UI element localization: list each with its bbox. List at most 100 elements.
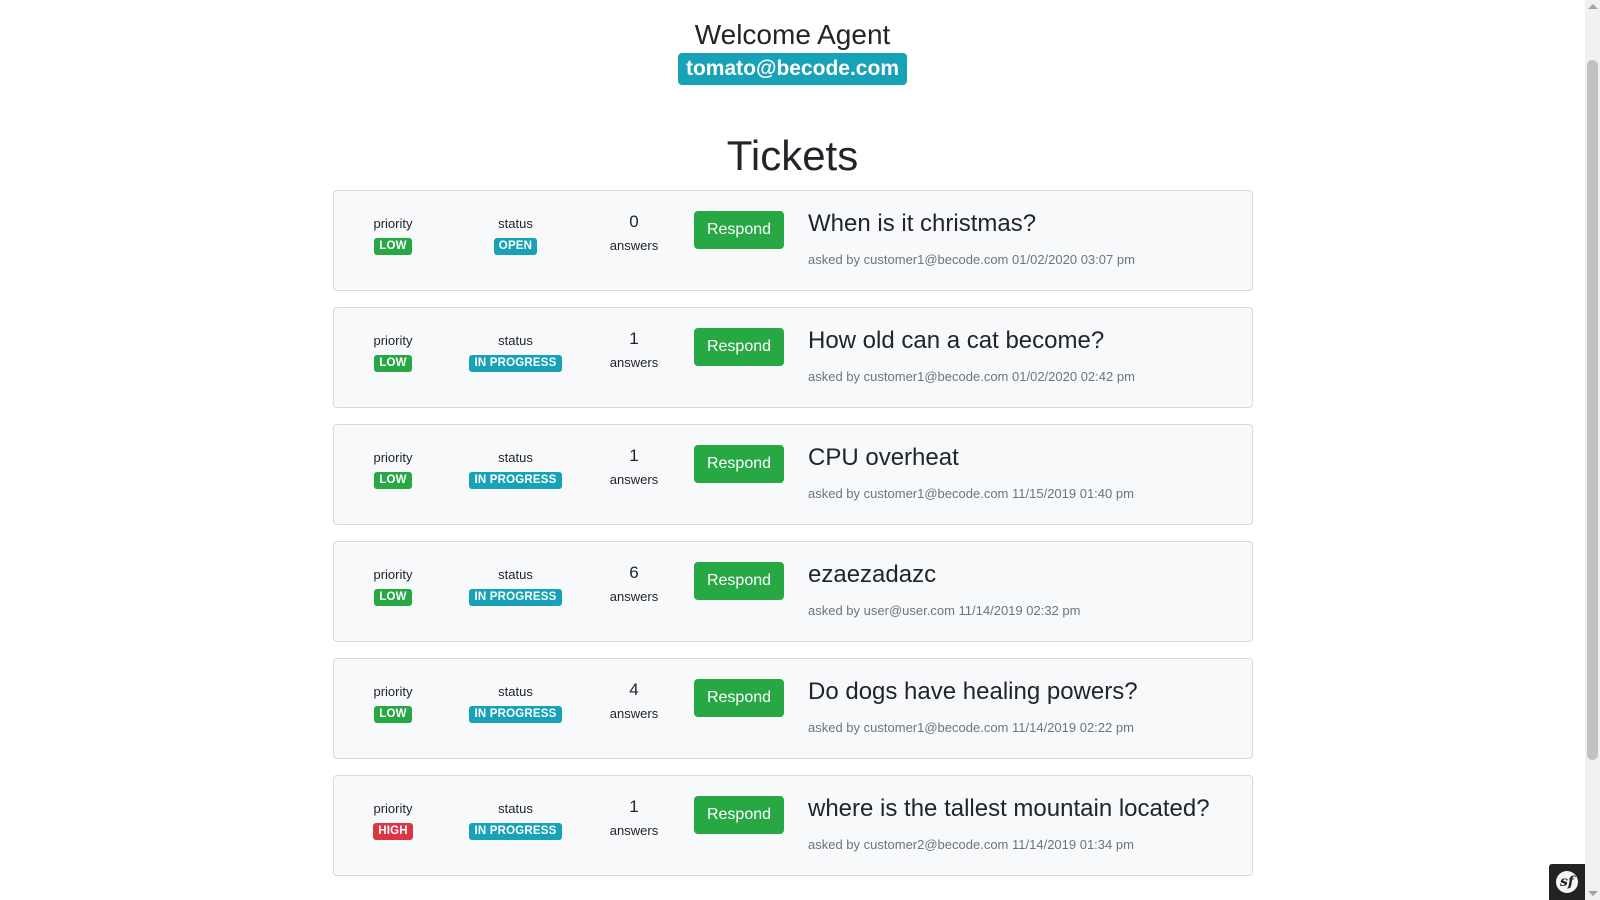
asked-by-label: asked by	[808, 603, 861, 618]
status-column: status OPEN	[458, 215, 573, 255]
answers-label: answers	[609, 706, 659, 721]
ticket-card: priority LOW status IN PROGRESS 1 answers Resp…	[333, 424, 1253, 525]
answer-count: 1	[629, 329, 639, 348]
status-badge: IN PROGRESS	[469, 823, 562, 840]
priority-column: priority HIGH	[354, 800, 432, 840]
status-column: status IN PROGRESS	[458, 566, 573, 606]
answers-column: 0 answers	[584, 211, 684, 255]
ticket-meta: asked by customer2@becode.com 11/14/2019…	[808, 837, 1134, 852]
ticket-author: user@user.com	[863, 603, 955, 618]
answers-label: answers	[609, 823, 659, 838]
priority-label: priority	[373, 801, 413, 816]
agent-email-badge: tomato@becode.com	[677, 53, 907, 85]
priority-badge: LOW	[374, 355, 412, 372]
debug-toolbar-toggle[interactable]: sf	[1549, 864, 1585, 900]
priority-badge: LOW	[374, 706, 412, 723]
ticket-date: 01/02/2020 03:07 pm	[1012, 252, 1135, 267]
ticket-title[interactable]: ezaezadazc	[808, 560, 936, 590]
priority-label: priority	[373, 333, 413, 348]
status-label: status	[498, 801, 533, 816]
ticket-list: priority LOW status OPEN 0 answers Respond When…	[333, 190, 1253, 892]
answers-column: 1 answers	[584, 328, 684, 372]
status-column: status IN PROGRESS	[458, 332, 573, 372]
ticket-title[interactable]: where is the tallest mountain located?	[808, 794, 1210, 824]
scrollbar-thumb[interactable]	[1587, 60, 1598, 760]
ticket-card: priority LOW status IN PROGRESS 1 answers Resp…	[333, 307, 1253, 408]
answers-column: 1 answers	[584, 796, 684, 840]
answers-column: 6 answers	[584, 562, 684, 606]
ticket-title[interactable]: CPU overheat	[808, 443, 959, 473]
status-label: status	[498, 216, 533, 231]
status-badge: OPEN	[493, 238, 538, 255]
ticket-date: 11/14/2019 02:32 pm	[958, 603, 1081, 618]
ticket-date: 11/14/2019 02:22 pm	[1012, 720, 1134, 735]
status-label: status	[498, 567, 533, 582]
answers-label: answers	[609, 238, 659, 253]
ticket-author: customer1@becode.com	[863, 720, 1009, 735]
answer-count: 6	[629, 563, 639, 582]
respond-button[interactable]: Respond	[694, 562, 784, 600]
symfony-logo-icon: sf	[1556, 871, 1578, 893]
status-badge: IN PROGRESS	[469, 355, 562, 372]
welcome-header: Welcome Agent tomato@becode.com	[0, 18, 1585, 85]
answers-column: 4 answers	[584, 679, 684, 723]
answer-count: 1	[629, 797, 639, 816]
ticket-card: priority LOW status IN PROGRESS 6 answers Resp…	[333, 541, 1253, 642]
priority-column: priority LOW	[354, 449, 432, 489]
status-column: status IN PROGRESS	[458, 449, 573, 489]
ticket-title[interactable]: Do dogs have healing powers?	[808, 677, 1138, 707]
respond-button[interactable]: Respond	[694, 796, 784, 834]
answers-label: answers	[609, 589, 659, 604]
ticket-title[interactable]: How old can a cat become?	[808, 326, 1104, 356]
vertical-scrollbar[interactable]	[1585, 0, 1600, 900]
asked-by-label: asked by	[808, 486, 861, 501]
scroll-up-arrow-icon[interactable]	[1588, 4, 1598, 9]
respond-button[interactable]: Respond	[694, 211, 784, 249]
ticket-date: 11/14/2019 01:34 pm	[1012, 837, 1134, 852]
priority-label: priority	[373, 567, 413, 582]
status-column: status IN PROGRESS	[458, 800, 573, 840]
answer-count: 4	[629, 680, 639, 699]
respond-button[interactable]: Respond	[694, 445, 784, 483]
ticket-date: 01/02/2020 02:42 pm	[1012, 369, 1135, 384]
priority-column: priority LOW	[354, 332, 432, 372]
scroll-down-arrow-icon[interactable]	[1588, 891, 1598, 896]
ticket-meta: asked by customer1@becode.com 11/15/2019…	[808, 486, 1134, 501]
priority-label: priority	[373, 450, 413, 465]
status-badge: IN PROGRESS	[469, 472, 562, 489]
welcome-heading: Welcome Agent	[694, 19, 891, 50]
ticket-author: customer1@becode.com	[863, 486, 1009, 501]
status-badge: IN PROGRESS	[469, 706, 562, 723]
priority-label: priority	[373, 684, 413, 699]
tickets-heading: Tickets	[726, 132, 859, 179]
answer-count: 0	[629, 212, 639, 231]
asked-by-label: asked by	[808, 252, 861, 267]
priority-badge: LOW	[374, 472, 412, 489]
ticket-card: priority HIGH status IN PROGRESS 1 answers Res…	[333, 775, 1253, 876]
respond-button[interactable]: Respond	[694, 328, 784, 366]
answers-label: answers	[609, 472, 659, 487]
ticket-meta: asked by customer1@becode.com 11/14/2019…	[808, 720, 1134, 735]
answers-column: 1 answers	[584, 445, 684, 489]
priority-label: priority	[373, 216, 413, 231]
priority-column: priority LOW	[354, 683, 432, 723]
asked-by-label: asked by	[808, 837, 861, 852]
asked-by-label: asked by	[808, 720, 861, 735]
priority-badge: LOW	[374, 238, 412, 255]
ticket-meta: asked by customer1@becode.com 01/02/2020…	[808, 252, 1135, 267]
ticket-meta: asked by customer1@becode.com 01/02/2020…	[808, 369, 1135, 384]
ticket-author: customer1@becode.com	[863, 252, 1009, 267]
ticket-title[interactable]: When is it christmas?	[808, 209, 1036, 239]
priority-badge: LOW	[374, 589, 412, 606]
ticket-date: 11/15/2019 01:40 pm	[1012, 486, 1134, 501]
asked-by-label: asked by	[808, 369, 861, 384]
priority-column: priority LOW	[354, 566, 432, 606]
respond-button[interactable]: Respond	[694, 679, 784, 717]
ticket-author: customer1@becode.com	[863, 369, 1009, 384]
priority-column: priority LOW	[354, 215, 432, 255]
status-label: status	[498, 333, 533, 348]
ticket-author: customer2@becode.com	[863, 837, 1009, 852]
status-label: status	[498, 450, 533, 465]
priority-badge: HIGH	[373, 823, 413, 840]
page: Welcome Agent tomato@becode.com Tickets …	[0, 0, 1585, 900]
